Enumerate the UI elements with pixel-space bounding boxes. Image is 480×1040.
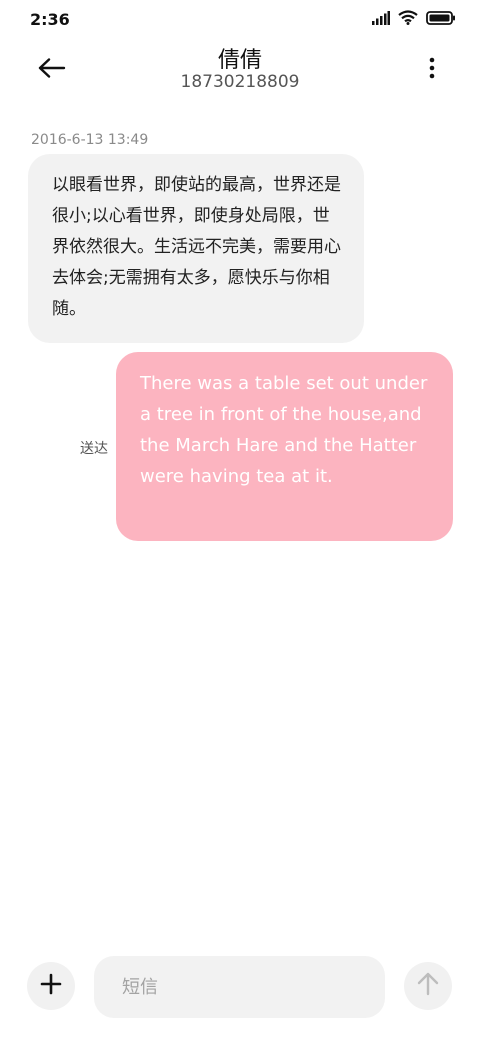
- received-message-bubble[interactable]: 以眼看世界，即使站的最高，世界还是很小;以心看世界，即使身处局限，世界依然很大。…: [28, 154, 364, 343]
- plus-icon: [40, 973, 62, 999]
- status-time: 2:36: [30, 10, 70, 29]
- status-icons: [372, 10, 456, 29]
- more-vertical-icon: [429, 57, 435, 83]
- message-input[interactable]: [94, 956, 385, 1018]
- status-bar: 2:36: [0, 0, 480, 40]
- send-arrow-icon: [417, 972, 439, 1000]
- message-timestamp: 2016-6-13 13:49: [31, 132, 149, 148]
- send-button[interactable]: [404, 962, 452, 1010]
- battery-icon: [426, 10, 456, 29]
- add-attachment-button[interactable]: [27, 962, 75, 1010]
- contact-number: 18730218809: [180, 72, 300, 92]
- delivery-status: 送达: [80, 441, 108, 457]
- conversation-screen: 2:36 倩倩 18730218809 2016-6-13 13:49 以眼看世…: [0, 0, 480, 1040]
- more-options-button[interactable]: [420, 50, 444, 90]
- contact-name: 倩倩: [217, 48, 262, 73]
- sent-message-bubble[interactable]: There was a table set out under a tree i…: [116, 352, 453, 541]
- wifi-icon: [398, 10, 418, 29]
- conversation-header: 倩倩 18730218809: [0, 40, 480, 100]
- signal-icon: [372, 10, 390, 29]
